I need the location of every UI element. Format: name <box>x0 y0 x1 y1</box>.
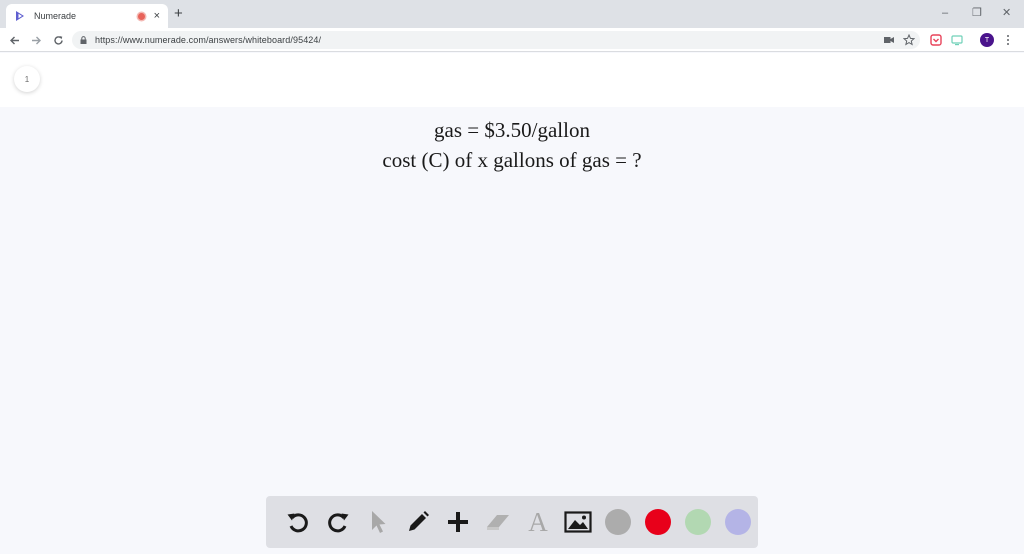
swatch-green <box>685 509 711 535</box>
drawing-toolbar: A <box>266 496 758 548</box>
whiteboard-line-2: cost (C) of x gallons of gas = ? <box>382 148 642 172</box>
camera-icon[interactable] <box>882 33 896 47</box>
minimize-button[interactable]: – <box>942 6 948 20</box>
swatch-blue <box>725 509 751 535</box>
color-swatch-blue[interactable] <box>718 502 758 542</box>
swatch-red <box>645 509 671 535</box>
pocket-extension-icon[interactable] <box>929 33 943 47</box>
back-arrow-icon <box>9 36 19 44</box>
numerade-logo-icon <box>16 11 24 21</box>
browser-menu-icon[interactable] <box>1003 33 1013 47</box>
image-icon[interactable] <box>558 502 598 542</box>
new-tab-button[interactable]: + <box>174 6 183 22</box>
close-window-button[interactable]: ✕ <box>1002 6 1011 20</box>
text-icon[interactable]: A <box>518 502 558 542</box>
swatch-gray <box>605 509 631 535</box>
tab-title: Numerade <box>34 11 77 21</box>
eraser-icon[interactable] <box>478 502 518 542</box>
reload-button[interactable] <box>50 32 66 48</box>
restore-button[interactable]: ❐ <box>972 6 982 20</box>
forward-arrow-icon <box>31 36 41 44</box>
address-bar[interactable]: https://www.numerade.com/answers/whitebo… <box>72 31 920 49</box>
tab-close-icon[interactable]: × <box>154 10 160 22</box>
url-text: https://www.numerade.com/answers/whitebo… <box>95 35 322 45</box>
pen-icon[interactable] <box>398 502 438 542</box>
browser-tab[interactable]: Numerade × <box>6 4 168 28</box>
pointer-icon[interactable] <box>358 502 398 542</box>
whiteboard-canvas[interactable] <box>0 107 1024 554</box>
add-icon[interactable] <box>438 502 478 542</box>
back-button[interactable] <box>6 32 22 48</box>
color-swatch-gray[interactable] <box>598 502 638 542</box>
browser-toolbar: https://www.numerade.com/answers/whitebo… <box>0 28 1024 52</box>
lock-icon <box>80 36 87 44</box>
text-tool-glyph: A <box>528 506 548 537</box>
whiteboard-line-1: gas = $3.50/gallon <box>434 118 590 142</box>
browser-titlebar: Numerade × + – ❐ ✕ <box>0 0 1024 28</box>
color-swatch-green[interactable] <box>678 502 718 542</box>
page-number-badge[interactable]: 1 <box>14 66 40 92</box>
bookmark-star-icon[interactable] <box>902 33 916 47</box>
color-swatch-red[interactable] <box>638 502 678 542</box>
forward-button[interactable] <box>28 32 44 48</box>
cast-extension-icon[interactable] <box>950 33 964 47</box>
profile-avatar[interactable]: T <box>980 33 994 47</box>
recording-indicator-icon <box>137 12 145 20</box>
reload-icon <box>53 35 63 45</box>
undo-icon[interactable] <box>278 502 318 542</box>
whiteboard-header <box>0 53 1024 107</box>
redo-icon[interactable] <box>318 502 358 542</box>
